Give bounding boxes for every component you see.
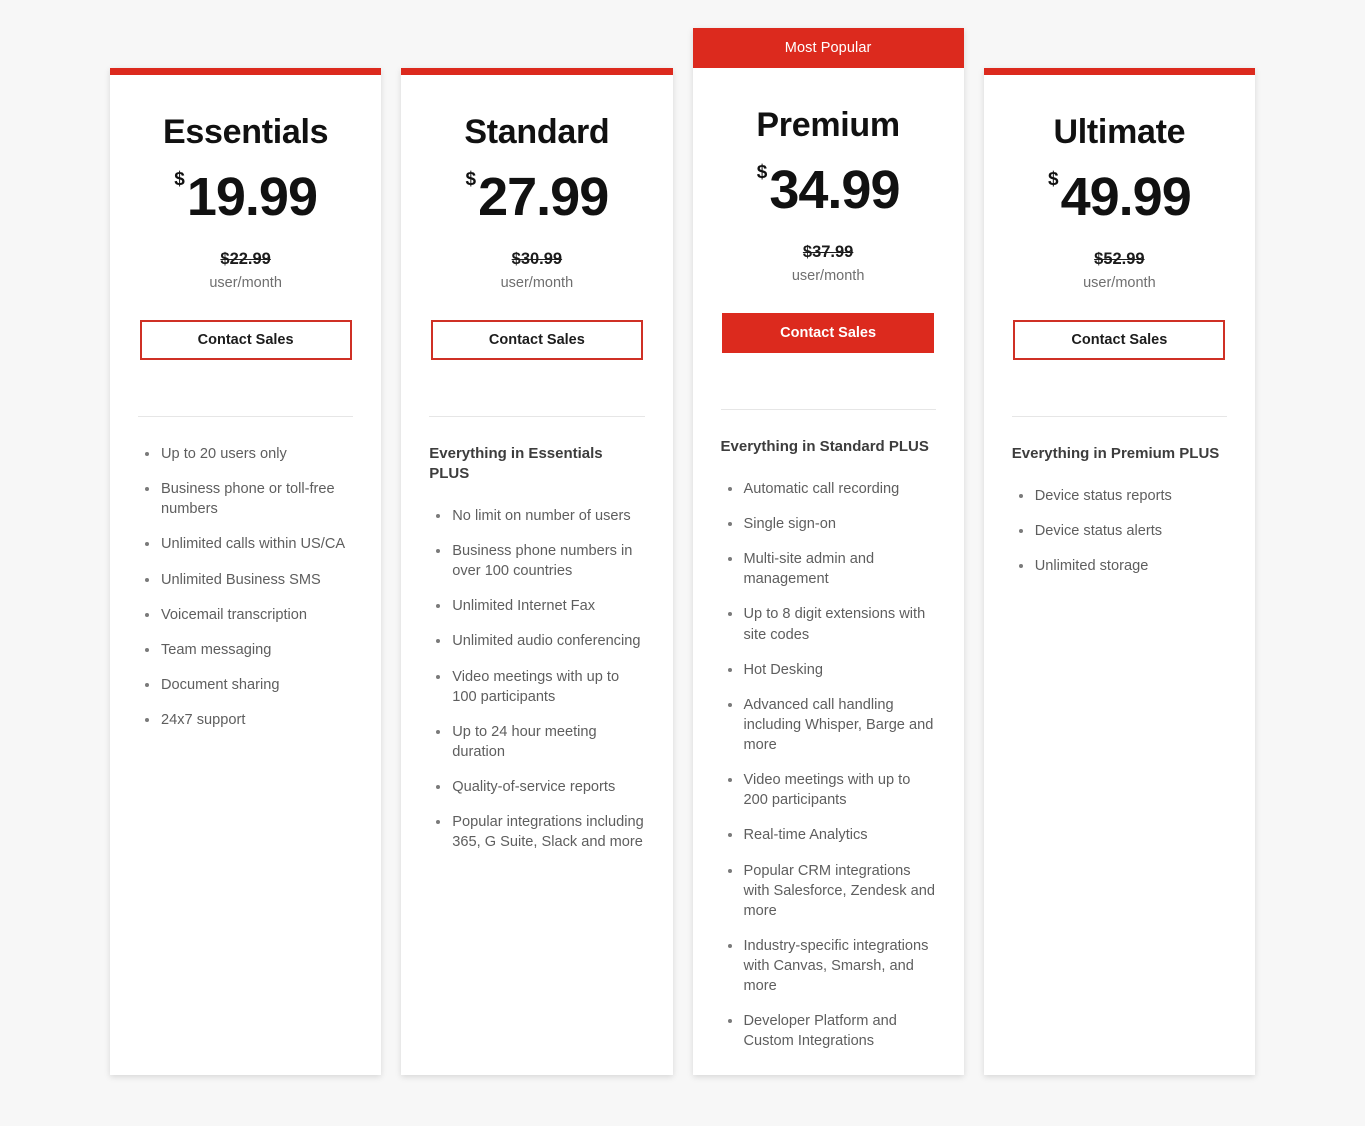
- currency-symbol: $: [465, 169, 477, 190]
- contact-sales-button[interactable]: Contact Sales: [722, 313, 935, 353]
- feature-item: Hot Desking: [721, 660, 936, 680]
- pricing-card-premium: Most Popular Premium $34.99 $37.99 user/mont…: [692, 28, 964, 1075]
- card-accent-bar: [110, 68, 382, 75]
- features-list: Up to 20 users only Business phone or tol…: [138, 444, 353, 745]
- feature-item: Team messaging: [138, 640, 353, 660]
- price-unit: user/month: [791, 268, 865, 284]
- section-divider: [1011, 416, 1227, 417]
- feature-item: Business phone or toll-free numbers: [138, 479, 353, 519]
- currency-symbol: $: [174, 169, 185, 190]
- plan-name: Ultimate: [1053, 113, 1186, 151]
- contact-sales-button[interactable]: Contact Sales: [139, 320, 352, 360]
- pricing-page: Essentials $19.99 $22.99 user/month Contact …: [0, 0, 1365, 1126]
- currency-symbol: $: [1048, 169, 1059, 190]
- feature-item: Developer Platform and Custom Integratio…: [721, 1011, 936, 1051]
- feature-item: Voicemail transcription: [138, 605, 353, 625]
- pricing-card-ultimate: Ultimate $49.99 $52.99 user/month Contact Sa…: [983, 68, 1255, 1075]
- price-amount: 49.99: [1060, 167, 1192, 227]
- plan-name: Essentials: [163, 113, 329, 151]
- price-amount: 19.99: [186, 167, 318, 227]
- card-body: Premium $34.99 $37.99 user/month Contact Sal…: [693, 68, 964, 1075]
- price-amount: 27.99: [478, 167, 609, 227]
- feature-item: Automatic call recording: [721, 479, 936, 499]
- feature-item: Document sharing: [138, 675, 353, 695]
- price-row: $19.99: [138, 170, 353, 224]
- pricing-card-standard: Standard $27.99 $30.99 user/month Contact Sa…: [401, 68, 673, 1075]
- feature-item: Advanced call handling including Whisper…: [721, 695, 936, 755]
- feature-item: Real-time Analytics: [721, 825, 936, 845]
- price-row: $27.99: [429, 170, 644, 224]
- price-amount: 34.99: [769, 160, 900, 220]
- feature-item: Quality-of-service reports: [429, 777, 644, 797]
- feature-item: Up to 24 hour meeting duration: [429, 722, 644, 762]
- features-list: No limit on number of users Business phon…: [429, 506, 644, 868]
- plan-name: Premium: [756, 106, 900, 144]
- feature-item: Video meetings with up to 200 participan…: [721, 770, 936, 810]
- price-unit: user/month: [500, 275, 574, 291]
- most-popular-badge: Most Popular: [692, 28, 964, 68]
- feature-item: Popular integrations including 365, G Su…: [429, 812, 644, 852]
- card-body: Essentials $19.99 $22.99 user/month Contact …: [110, 75, 381, 1075]
- feature-item: Up to 8 digit extensions with site codes: [721, 604, 936, 644]
- feature-item: No limit on number of users: [429, 506, 644, 526]
- feature-item: Unlimited Business SMS: [138, 570, 353, 590]
- features-list: Automatic call recording Single sign-on Mu…: [721, 479, 936, 1067]
- price-unit: user/month: [209, 275, 282, 291]
- feature-item: Industry-specific integrations with Canv…: [721, 936, 936, 996]
- plan-name: Standard: [464, 113, 610, 151]
- card-accent-bar: [401, 68, 673, 75]
- section-divider: [720, 409, 936, 410]
- feature-item: Business phone numbers in over 100 count…: [429, 541, 644, 581]
- feature-item: Single sign-on: [721, 514, 936, 534]
- section-divider: [429, 416, 645, 417]
- feature-item: Up to 20 users only: [138, 444, 353, 464]
- original-price: $22.99: [220, 250, 271, 268]
- contact-sales-button[interactable]: Contact Sales: [1013, 320, 1226, 360]
- feature-item: Unlimited calls within US/CA: [138, 534, 353, 554]
- features-heading: Everything in Standard PLUS: [720, 438, 929, 455]
- feature-item: Multi-site admin and management: [721, 549, 936, 589]
- feature-item: Device status reports: [1012, 486, 1227, 506]
- original-price: $52.99: [1094, 250, 1145, 268]
- feature-item: Unlimited Internet Fax: [429, 596, 644, 616]
- feature-item: Device status alerts: [1012, 521, 1227, 541]
- original-price: $37.99: [802, 243, 854, 261]
- currency-symbol: $: [756, 162, 768, 183]
- features-heading: Everything in Premium PLUS: [1011, 445, 1220, 462]
- card-accent-bar: [983, 68, 1255, 75]
- features-heading: Everything in Essentials PLUS: [429, 445, 603, 482]
- feature-item: Video meetings with up to 100 participan…: [429, 667, 644, 707]
- feature-item: Unlimited audio conferencing: [429, 631, 644, 651]
- features-list: Device status reports Device status alert…: [1012, 486, 1227, 591]
- feature-item: 24x7 support: [138, 710, 353, 730]
- card-body: Ultimate $49.99 $52.99 user/month Contact Sa…: [984, 75, 1255, 1075]
- original-price: $30.99: [511, 250, 563, 268]
- feature-item: Popular CRM integrations with Salesforce…: [721, 861, 936, 921]
- price-row: $34.99: [721, 163, 936, 217]
- section-divider: [138, 416, 354, 417]
- price-row: $49.99: [1012, 170, 1227, 224]
- card-body: Standard $27.99 $30.99 user/month Contact Sa…: [401, 75, 672, 1075]
- contact-sales-button[interactable]: Contact Sales: [430, 320, 643, 360]
- feature-item: Unlimited storage: [1012, 556, 1227, 576]
- pricing-card-list: Essentials $19.99 $22.99 user/month Contact …: [110, 28, 1255, 1075]
- pricing-card-essentials: Essentials $19.99 $22.99 user/month Contact …: [110, 68, 382, 1075]
- price-unit: user/month: [1083, 275, 1156, 291]
